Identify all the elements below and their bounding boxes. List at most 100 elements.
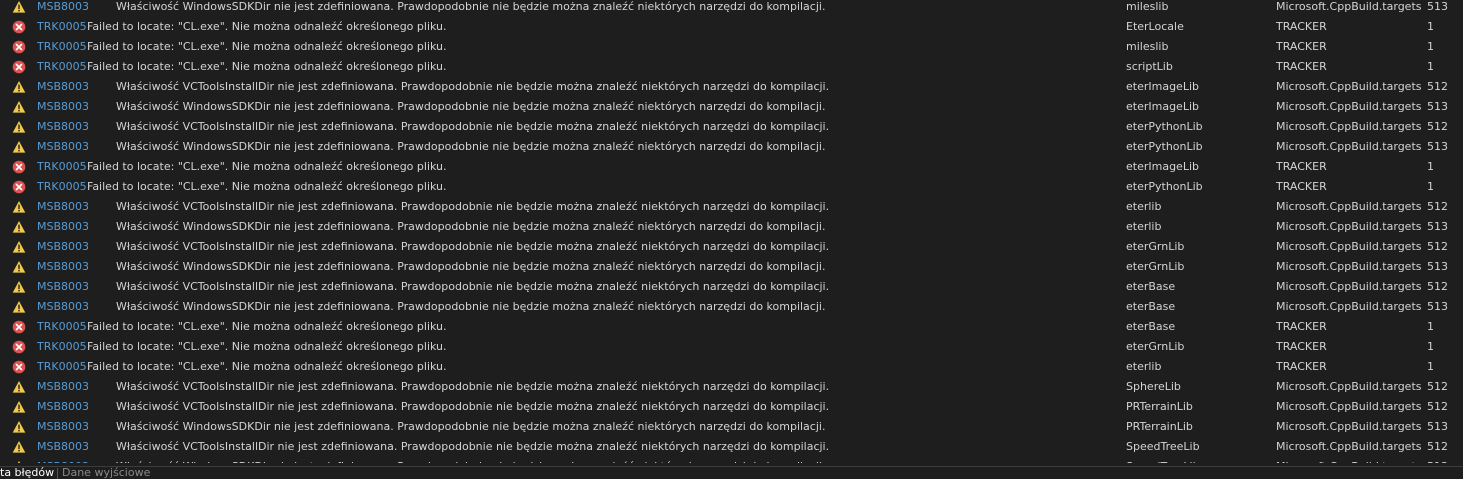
table-row[interactable]: TRK0005 Failed to locate: "CL.exe". Nie m… <box>0 337 1463 357</box>
error-file: Microsoft.CppBuild.targets <box>1276 300 1422 313</box>
table-row[interactable]: MSB8003 Właściwość WindowsSDKDir nie jest… <box>0 137 1463 157</box>
table-row[interactable]: MSB8003 Właściwość WindowsSDKDir nie jest… <box>0 97 1463 117</box>
error-code-link[interactable]: MSB8003 <box>37 197 89 217</box>
error-code-link[interactable]: MSB8003 <box>37 377 89 397</box>
error-code-link[interactable]: TRK0005 <box>37 317 87 337</box>
table-row[interactable]: MSB8003 Właściwość VCToolsInstallDir nie … <box>0 397 1463 417</box>
error-description: Właściwość VCToolsInstallDir nie jest zd… <box>116 240 830 253</box>
warning-icon <box>12 417 28 437</box>
table-row[interactable]: MSB8003 Właściwość WindowsSDKDir nie jest… <box>0 417 1463 437</box>
error-line: 512 <box>1427 380 1448 393</box>
warning-icon <box>12 257 28 277</box>
tab-separator <box>57 468 58 479</box>
error-code-link[interactable]: MSB8003 <box>37 437 89 457</box>
error-icon <box>12 317 28 337</box>
error-description: Właściwość WindowsSDKDir nie jest zdefin… <box>116 220 826 233</box>
error-code-link[interactable]: MSB8003 <box>37 77 89 97</box>
table-row[interactable]: MSB8003 Właściwość VCToolsInstallDir nie … <box>0 277 1463 297</box>
error-code-link[interactable]: MSB8003 <box>37 277 89 297</box>
error-icon <box>12 57 28 77</box>
table-row[interactable]: MSB8003 Właściwość VCToolsInstallDir nie … <box>0 437 1463 457</box>
error-file: Microsoft.CppBuild.targets <box>1276 0 1422 13</box>
error-code-link[interactable]: TRK0005 <box>37 57 87 77</box>
error-code-link[interactable]: MSB8003 <box>37 117 89 137</box>
error-code-link[interactable]: MSB8003 <box>37 237 89 257</box>
table-row[interactable]: MSB8003 Właściwość WindowsSDKDir nie jest… <box>0 297 1463 317</box>
error-code-link[interactable]: MSB8003 <box>37 217 89 237</box>
error-project: eterBase <box>1126 300 1176 313</box>
error-description: Failed to locate: "CL.exe". Nie można od… <box>87 360 447 373</box>
table-row[interactable]: MSB8003 Właściwość WindowsSDKDir nie jest… <box>0 457 1463 463</box>
warning-icon <box>12 197 28 217</box>
error-project: eterImageLib <box>1126 160 1199 173</box>
error-file: Microsoft.CppBuild.targets <box>1276 120 1422 133</box>
error-code-link[interactable]: TRK0005 <box>37 337 87 357</box>
table-row[interactable]: MSB8003 Właściwość VCToolsInstallDir nie … <box>0 377 1463 397</box>
error-file: Microsoft.CppBuild.targets <box>1276 260 1422 273</box>
table-row[interactable]: MSB8003 Właściwość WindowsSDKDir nie jest… <box>0 217 1463 237</box>
warning-icon <box>12 217 28 237</box>
error-line: 1 <box>1427 180 1434 193</box>
error-file: TRACKER <box>1276 360 1327 373</box>
error-project: mileslib <box>1126 0 1169 13</box>
error-code-link[interactable]: MSB8003 <box>37 97 89 117</box>
error-file: Microsoft.CppBuild.targets <box>1276 100 1422 113</box>
error-code-link[interactable]: MSB8003 <box>37 457 89 463</box>
table-row[interactable]: MSB8003 Właściwość WindowsSDKDir nie jest… <box>0 257 1463 277</box>
warning-icon <box>12 457 28 463</box>
table-row[interactable]: MSB8003 Właściwość VCToolsInstallDir nie … <box>0 117 1463 137</box>
warning-icon <box>12 297 28 317</box>
error-code-link[interactable]: MSB8003 <box>37 257 89 277</box>
error-code-link[interactable]: MSB8003 <box>37 397 89 417</box>
error-code-link[interactable]: MSB8003 <box>37 297 89 317</box>
error-code-link[interactable]: TRK0005 <box>37 37 87 57</box>
warning-icon <box>12 237 28 257</box>
error-code-link[interactable]: MSB8003 <box>37 137 89 157</box>
error-description: Właściwość VCToolsInstallDir nie jest zd… <box>116 400 830 413</box>
table-row[interactable]: TRK0005 Failed to locate: "CL.exe". Nie m… <box>0 157 1463 177</box>
table-row[interactable]: TRK0005 Failed to locate: "CL.exe". Nie m… <box>0 317 1463 337</box>
error-code-link[interactable]: TRK0005 <box>37 17 87 37</box>
error-list-grid[interactable]: MSB8003 Właściwość WindowsSDKDir nie jest… <box>0 0 1463 463</box>
error-file: Microsoft.CppBuild.targets <box>1276 400 1422 413</box>
error-line: 513 <box>1427 260 1448 273</box>
tab-error-list[interactable]: ta błędów <box>0 467 58 479</box>
error-project: eterImageLib <box>1126 80 1199 93</box>
error-project: eterBase <box>1126 320 1176 333</box>
warning-icon <box>12 377 28 397</box>
error-code-link[interactable]: TRK0005 <box>37 357 87 377</box>
error-line: 512 <box>1427 200 1448 213</box>
error-project: eterGrnLib <box>1126 240 1185 253</box>
error-description: Właściwość VCToolsInstallDir nie jest zd… <box>116 440 830 453</box>
error-project: eterlib <box>1126 220 1162 233</box>
error-file: TRACKER <box>1276 160 1327 173</box>
error-code-link[interactable]: TRK0005 <box>37 157 87 177</box>
error-file: TRACKER <box>1276 180 1327 193</box>
error-line: 1 <box>1427 160 1434 173</box>
error-icon <box>12 37 28 57</box>
error-description: Failed to locate: "CL.exe". Nie można od… <box>87 320 447 333</box>
error-line: 512 <box>1427 80 1448 93</box>
table-row[interactable]: TRK0005 Failed to locate: "CL.exe". Nie m… <box>0 37 1463 57</box>
error-project: eterGrnLib <box>1126 260 1185 273</box>
table-row[interactable]: MSB8003 Właściwość VCToolsInstallDir nie … <box>0 237 1463 257</box>
error-code-link[interactable]: TRK0005 <box>37 177 87 197</box>
error-code-link[interactable]: MSB8003 <box>37 417 89 437</box>
table-row[interactable]: TRK0005 Failed to locate: "CL.exe". Nie m… <box>0 57 1463 77</box>
error-file: TRACKER <box>1276 340 1327 353</box>
table-row[interactable]: TRK0005 Failed to locate: "CL.exe". Nie m… <box>0 177 1463 197</box>
error-description: Właściwość WindowsSDKDir nie jest zdefin… <box>116 140 826 153</box>
error-description: Właściwość WindowsSDKDir nie jest zdefin… <box>116 420 826 433</box>
error-icon <box>12 357 28 377</box>
table-row[interactable]: MSB8003 Właściwość WindowsSDKDir nie jest… <box>0 0 1463 17</box>
table-row[interactable]: TRK0005 Failed to locate: "CL.exe". Nie m… <box>0 17 1463 37</box>
error-file: Microsoft.CppBuild.targets <box>1276 380 1422 393</box>
error-code-link[interactable]: MSB8003 <box>37 0 89 17</box>
bottom-tab-strip: ta błędów Dane wyjściowe <box>0 466 1463 479</box>
table-row[interactable]: MSB8003 Właściwość VCToolsInstallDir nie … <box>0 77 1463 97</box>
error-file: TRACKER <box>1276 60 1327 73</box>
table-row[interactable]: MSB8003 Właściwość VCToolsInstallDir nie … <box>0 197 1463 217</box>
warning-icon <box>12 117 28 137</box>
table-row[interactable]: TRK0005 Failed to locate: "CL.exe". Nie m… <box>0 357 1463 377</box>
tab-output[interactable]: Dane wyjściowe <box>62 467 150 479</box>
